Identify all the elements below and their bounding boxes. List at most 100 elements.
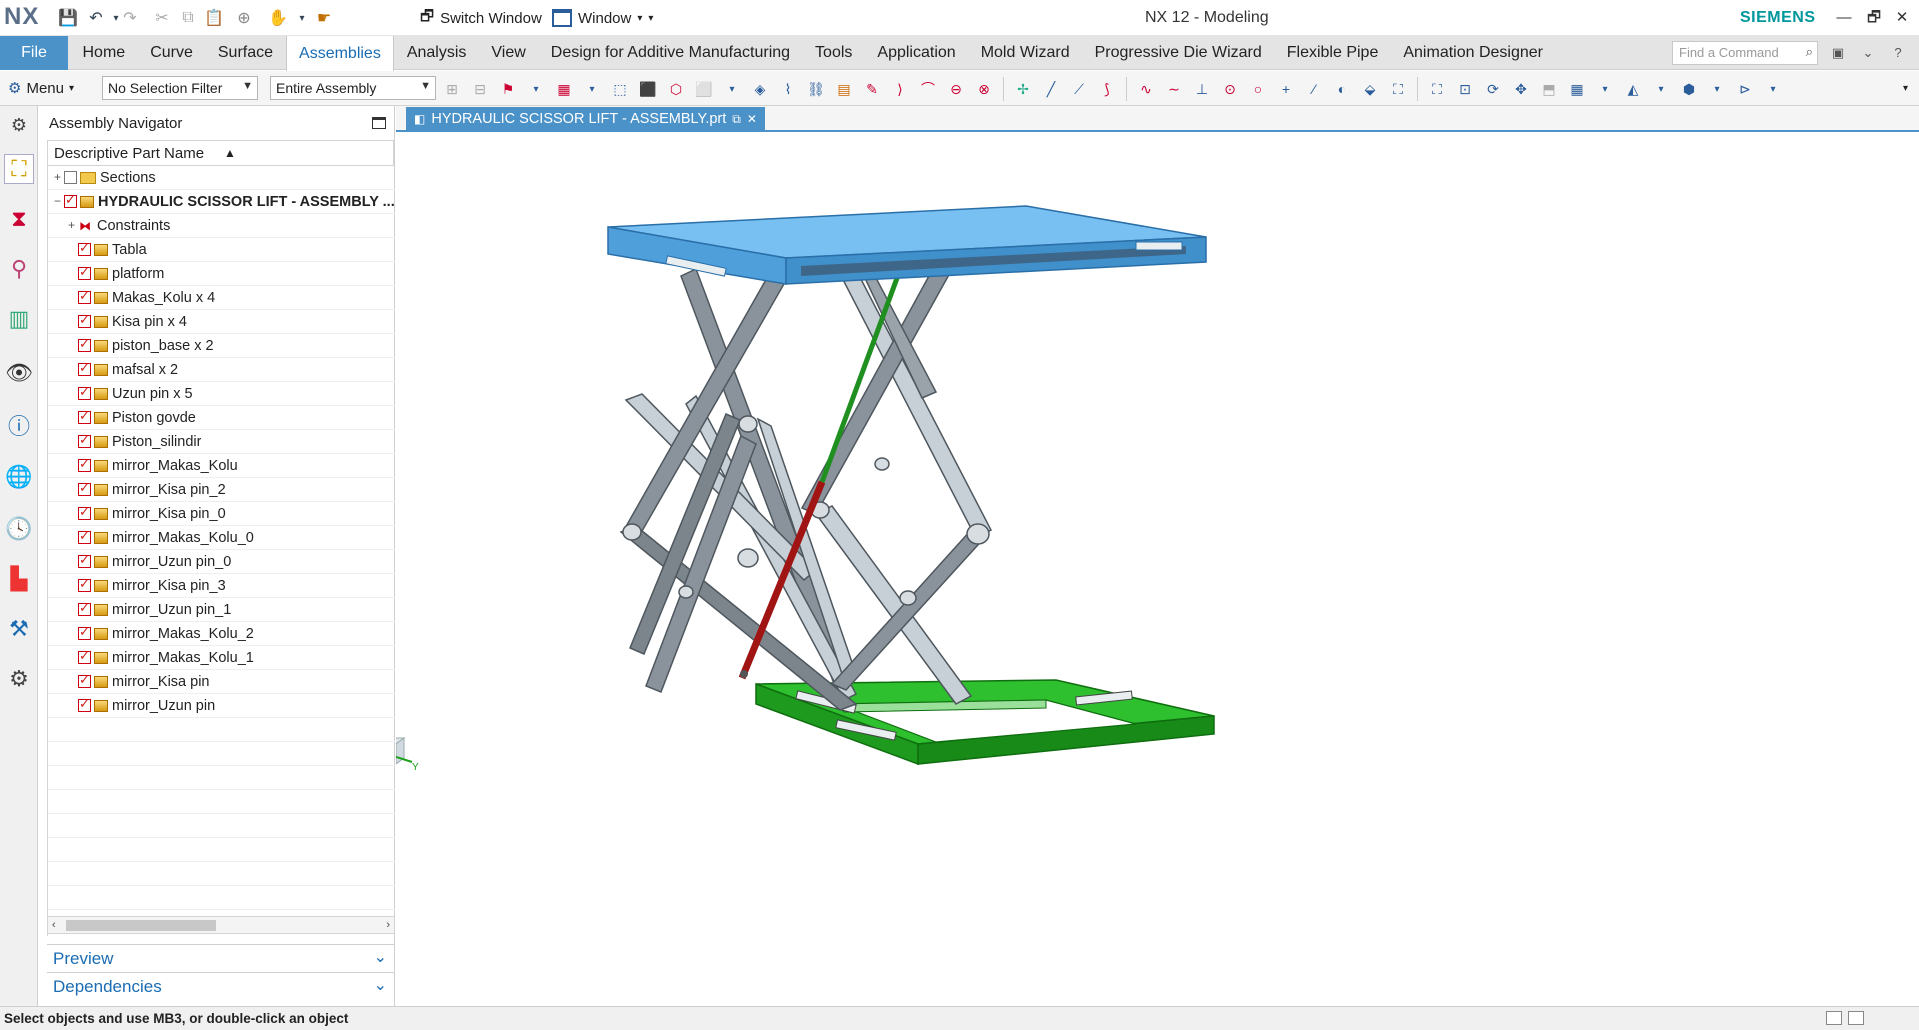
show-hide-icon[interactable]: ⊳ [1733, 77, 1757, 101]
tree-row[interactable]: Kisa pin x 4 [48, 310, 395, 334]
tab-design-for-additive-manufacturing[interactable]: Design for Additive Manufacturing [538, 36, 802, 70]
visibility-checkbox[interactable] [78, 504, 91, 520]
snap-point-icon[interactable]: ✢ [1011, 77, 1035, 101]
tab-flexible-pipe[interactable]: Flexible Pipe [1274, 36, 1391, 70]
snap-arc-icon[interactable]: ⌒ [916, 77, 940, 101]
fit-view-icon[interactable]: ⛶ [1425, 77, 1449, 101]
visibility-checkbox[interactable] [78, 648, 91, 664]
reuse-library-icon[interactable]: ▥ [4, 304, 34, 334]
cut-icon[interactable]: ✂ [150, 6, 174, 30]
window-menu-button[interactable]: Window ▾ ▾ [552, 6, 653, 30]
select-feature-icon[interactable]: ⊞ [440, 77, 464, 101]
tree-row[interactable]: mirror_Kisa pin_3 [48, 574, 395, 598]
history-icon[interactable]: 🕓 [4, 514, 34, 544]
visibility-checkbox[interactable] [64, 192, 77, 208]
hd3d-tools-icon[interactable]: ⓘ [4, 410, 34, 440]
tree-row[interactable]: Tabla [48, 238, 395, 262]
help-icon[interactable]: ? [1886, 42, 1910, 64]
assembly-navigator-icon[interactable]: ⛶ [4, 154, 34, 184]
select-solid-icon[interactable]: ⬛ [636, 77, 660, 101]
touch-mode-icon[interactable]: ✋ [266, 6, 290, 30]
scroll-left-icon[interactable]: ‹ [52, 917, 56, 933]
tab-application[interactable]: Application [865, 36, 968, 70]
status-panel-icon[interactable] [1826, 1011, 1842, 1025]
tree-row[interactable]: mirror_Makas_Kolu_1 [48, 646, 395, 670]
rectangle-select-icon[interactable]: ⬜ [692, 77, 716, 101]
chevron-down-icon[interactable]: ▾ [1649, 77, 1673, 101]
tree-row[interactable]: Makas_Kolu x 4 [48, 286, 395, 310]
pan-icon[interactable]: ✥ [1509, 77, 1533, 101]
visibility-checkbox[interactable] [78, 384, 91, 400]
close-tab-icon[interactable]: ✕ [747, 112, 757, 126]
toolbar-overflow-icon[interactable]: ▾ [1903, 83, 1908, 94]
tree-row[interactable]: + ⧓ Constraints [48, 214, 395, 238]
repeat-command-icon[interactable]: ⊕ [232, 6, 256, 30]
scissor-lift-model[interactable]: Z X Y [396, 134, 1919, 1006]
chevron-down-icon[interactable]: ▾ [580, 77, 604, 101]
document-tab[interactable]: ◧ HYDRAULIC SCISSOR LIFT - ASSEMBLY.prt … [406, 107, 765, 131]
tree-row[interactable]: Piston govde [48, 406, 395, 430]
collapse-ribbon-icon[interactable]: ⌄ [1856, 42, 1880, 64]
tree-row[interactable]: mirror_Uzun pin [48, 694, 395, 718]
tree-row[interactable]: − HYDRAULIC SCISSOR LIFT - ASSEMBLY ... [48, 190, 395, 214]
visibility-checkbox[interactable] [78, 264, 91, 280]
snap-intersection-icon[interactable]: ⊗ [972, 77, 996, 101]
snap-bounded-icon[interactable]: ⬙ [1358, 77, 1382, 101]
tree-row[interactable]: mirror_Makas_Kolu_0 [48, 526, 395, 550]
tab-tools[interactable]: Tools [803, 36, 865, 70]
tree-row[interactable]: mirror_Kisa pin [48, 670, 395, 694]
part-navigator-icon[interactable]: ⚲ [4, 254, 34, 284]
rendering-style-icon[interactable]: ▦ [1565, 77, 1589, 101]
tree-row[interactable]: mirror_Kisa pin_0 [48, 502, 395, 526]
visibility-checkbox[interactable] [78, 696, 91, 712]
select-body-icon[interactable]: ⊟ [468, 77, 492, 101]
snap-perpendicular-icon[interactable]: ⊥ [1190, 77, 1214, 101]
select-grid-icon[interactable]: ▤ [832, 77, 856, 101]
tree-row[interactable]: + Sections [48, 166, 395, 190]
visibility-checkbox[interactable] [78, 672, 91, 688]
visibility-checkbox[interactable] [78, 312, 91, 328]
chevron-down-icon[interactable]: ▾ [524, 77, 548, 101]
tree-row[interactable]: piston_base x 2 [48, 334, 395, 358]
snap-on-surface-icon[interactable]: ◐ [1330, 77, 1354, 101]
edit-section-icon[interactable]: ◭ [1621, 77, 1645, 101]
snap-on-curve-icon[interactable]: ⁄ [1302, 77, 1326, 101]
tab-analysis[interactable]: Analysis [394, 36, 479, 70]
tree-row[interactable]: mirror_Uzun pin_1 [48, 598, 395, 622]
status-window-icon[interactable] [1848, 1011, 1864, 1025]
orient-view-icon[interactable]: ⬢ [1677, 77, 1701, 101]
tab-animation-designer[interactable]: Animation Designer [1391, 36, 1556, 70]
view-manager-icon[interactable]: 👁 [4, 358, 34, 388]
tab-surface[interactable]: Surface [205, 36, 285, 70]
visibility-checkbox[interactable] [78, 360, 91, 376]
select-curve-icon[interactable]: ⌇ [776, 77, 800, 101]
tab-mold-wizard[interactable]: Mold Wizard [968, 36, 1082, 70]
scroll-right-icon[interactable]: › [386, 917, 390, 933]
tab-assemblies[interactable]: Assemblies [285, 36, 395, 71]
visibility-checkbox[interactable] [78, 528, 91, 544]
web-browser-icon[interactable]: 🌐 [4, 462, 34, 492]
expand-icon[interactable]: + [66, 219, 77, 231]
maximize-icon[interactable] [372, 117, 386, 129]
snap-quadrant-icon[interactable]: ○ [1246, 77, 1270, 101]
switch-window-button[interactable]: 🗗 Switch Window [420, 6, 542, 30]
chevron-down-icon[interactable]: ▾ [1593, 77, 1617, 101]
customize-icon[interactable]: ▾ [648, 13, 653, 24]
restore-icon[interactable]: 🗗 [1860, 6, 1888, 30]
visibility-checkbox[interactable] [78, 240, 91, 256]
scrollbar-thumb[interactable] [66, 920, 216, 931]
select-sketch-icon[interactable]: ✎ [860, 77, 884, 101]
snap-end-icon[interactable]: ⟩ [888, 77, 912, 101]
touch-mode-dropdown-icon[interactable]: ▾ [290, 6, 314, 30]
collapse-icon[interactable]: − [52, 195, 63, 207]
menu-button[interactable]: ⚙ Menu ▾ [8, 77, 74, 99]
visibility-checkbox[interactable] [78, 432, 91, 448]
snap-spline-icon[interactable]: ∼ [1162, 77, 1186, 101]
visibility-checkbox[interactable] [78, 624, 91, 640]
select-region-icon[interactable]: ⬡ [664, 77, 688, 101]
snap-midpoint-icon[interactable]: ⟋ [1067, 77, 1091, 101]
chevron-down-icon[interactable]: ▾ [1761, 77, 1785, 101]
tree-row[interactable]: mirror_Makas_Kolu [48, 454, 395, 478]
close-icon[interactable]: ✕ [1888, 6, 1916, 30]
selection-scope-select[interactable]: Entire Assembly ▼ [270, 76, 436, 100]
